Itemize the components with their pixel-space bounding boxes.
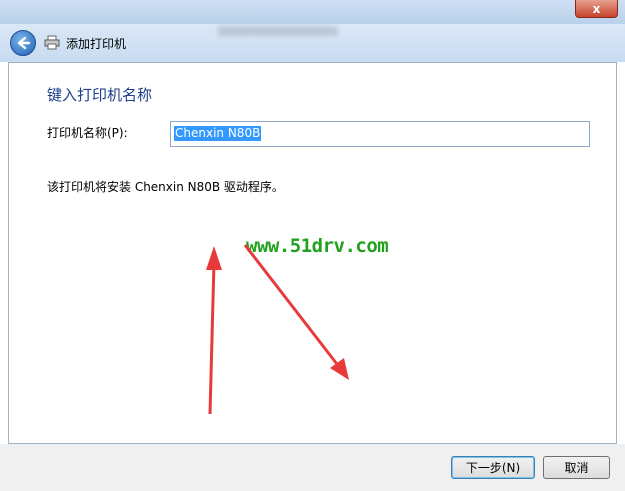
- arrow-up: [206, 246, 222, 415]
- arrow-diagonal: [243, 244, 349, 380]
- cancel-button-label: 取消: [564, 461, 589, 475]
- next-button-label: 下一步(N): [465, 461, 521, 475]
- annotation-arrows: [206, 244, 349, 415]
- cancel-button[interactable]: 取消: [543, 456, 610, 479]
- next-button[interactable]: 下一步(N): [451, 456, 535, 479]
